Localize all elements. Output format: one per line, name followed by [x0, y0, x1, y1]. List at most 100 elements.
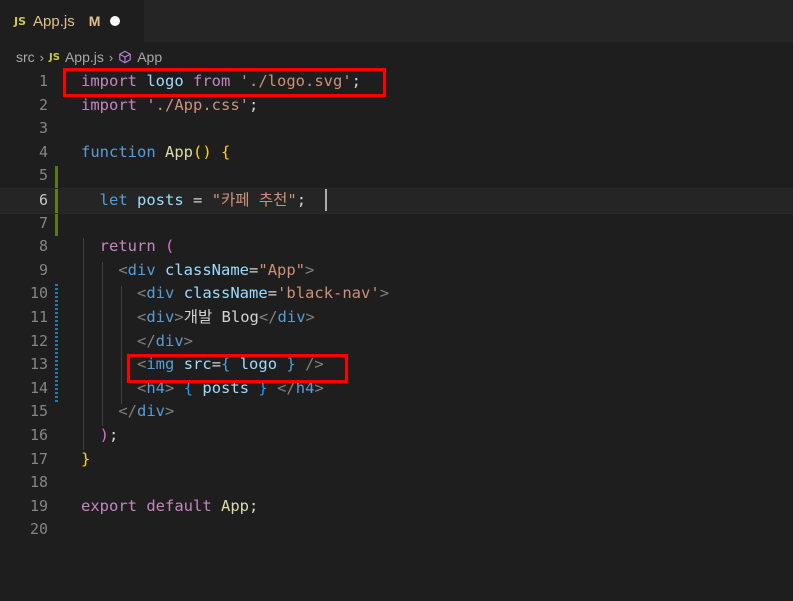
breadcrumb-folder[interactable]: src [16, 49, 35, 65]
code-line-2[interactable]: 2 import './App.css'; [0, 94, 793, 118]
code-token: > [305, 260, 315, 279]
code-token: ; [296, 191, 307, 209]
code-token: </ [137, 331, 156, 350]
code-line-10[interactable]: 10 <div className='black-nav'> [0, 282, 793, 306]
code-token: './App.css' [146, 95, 249, 114]
code-line-13[interactable]: 13 <img src={ logo } /> [0, 353, 793, 377]
code-line-19[interactable]: 19 export default App; [0, 495, 793, 519]
code-token: div [127, 260, 156, 279]
line-number: 19 [29, 496, 48, 515]
code-line-16[interactable]: 16 ); [0, 424, 793, 448]
code-line-8[interactable]: 8 return ( [0, 235, 793, 259]
code-line-15[interactable]: 15 </div> [0, 400, 793, 424]
code-token: export [81, 496, 137, 515]
line-number: 4 [38, 142, 48, 161]
javascript-file-icon: JS [14, 14, 27, 28]
code-token: posts [137, 191, 184, 209]
code-token: 개발 Blog [183, 308, 259, 326]
code-token: import [81, 95, 137, 114]
code-line-11[interactable]: 11 <div>개발 Blog</div> [0, 306, 793, 330]
code-line-5[interactable]: 5 [0, 164, 793, 188]
chevron-right-icon: › [108, 49, 114, 65]
code-text: let posts = "카페 추천"; [81, 189, 306, 213]
code-line-14[interactable]: 14 <h4> { posts } </h4> [0, 377, 793, 401]
code-text: </div> [81, 400, 174, 424]
code-token: > [165, 402, 175, 421]
highlight-box-import-logo [63, 68, 386, 97]
code-token: > [305, 308, 315, 326]
code-token: < [118, 260, 128, 279]
tab-bar: JS App.js M [0, 0, 793, 42]
code-token: return [99, 237, 156, 256]
code-text: </div> [81, 330, 193, 354]
code-token: default [146, 496, 212, 515]
chevron-right-icon: › [39, 49, 45, 65]
code-text: return ( [81, 235, 175, 259]
code-token: className [183, 284, 268, 303]
unsaved-dot-icon[interactable] [110, 16, 121, 26]
code-token: > [379, 284, 390, 303]
code-line-3[interactable]: 3 [0, 117, 793, 141]
code-token: "App" [258, 260, 306, 279]
code-line-6[interactable]: 6 let posts = "카페 추천"; [0, 188, 793, 214]
code-token: function [81, 142, 156, 161]
code-editor[interactable]: 1 import logo from './logo.svg'; 2 import '… [0, 68, 793, 601]
code-text: } [81, 448, 90, 472]
code-text: <div className='black-nav'> [81, 282, 389, 306]
code-line-12[interactable]: 12 </div> [0, 330, 793, 354]
breadcrumb-file[interactable]: App.js [65, 49, 104, 65]
code-token: App [165, 142, 193, 161]
code-token: div [155, 331, 184, 350]
code-line-20[interactable]: 20 [0, 518, 793, 542]
line-number: 8 [38, 237, 48, 256]
line-number: 18 [29, 473, 48, 492]
code-token: </ [258, 308, 278, 326]
code-token: "카페 추천" [211, 191, 297, 209]
code-text: <div>개발 Blog</div> [81, 306, 315, 330]
code-token: < [137, 284, 147, 303]
code-text: export default App; [81, 495, 258, 519]
code-token: } [81, 449, 91, 468]
highlight-box-img-src [127, 354, 348, 383]
line-number: 1 [38, 72, 48, 90]
text-cursor [325, 189, 327, 211]
line-number: 11 [29, 308, 48, 326]
code-token: { [221, 142, 231, 161]
code-token: ; [249, 496, 259, 515]
line-number: 10 [29, 284, 48, 303]
code-token: ( [165, 237, 175, 256]
code-token: className [165, 260, 250, 279]
code-text: ); [81, 424, 119, 448]
code-text: import './App.css'; [81, 94, 258, 118]
code-text: function App() { [81, 141, 230, 165]
code-line-9[interactable]: 9 <div className="App"> [0, 259, 793, 283]
code-token: < [137, 308, 147, 326]
code-line-17[interactable]: 17} [0, 448, 793, 472]
line-number: 12 [29, 331, 48, 350]
code-token: ; [109, 426, 119, 444]
code-token: > [174, 308, 184, 326]
code-line-4[interactable]: 4 function App() { [0, 141, 793, 165]
line-number: 14 [29, 378, 48, 397]
tab-app-js[interactable]: JS App.js M [0, 0, 144, 42]
code-line-7[interactable]: 7 [0, 212, 793, 236]
code-token: = [249, 260, 259, 279]
line-number: 5 [38, 166, 48, 185]
code-text: <div className="App"> [81, 259, 314, 283]
breadcrumb-symbol[interactable]: App [137, 49, 162, 65]
code-token: App [221, 496, 250, 515]
code-line-18[interactable]: 18 [0, 471, 793, 495]
code-token: div [146, 284, 175, 303]
